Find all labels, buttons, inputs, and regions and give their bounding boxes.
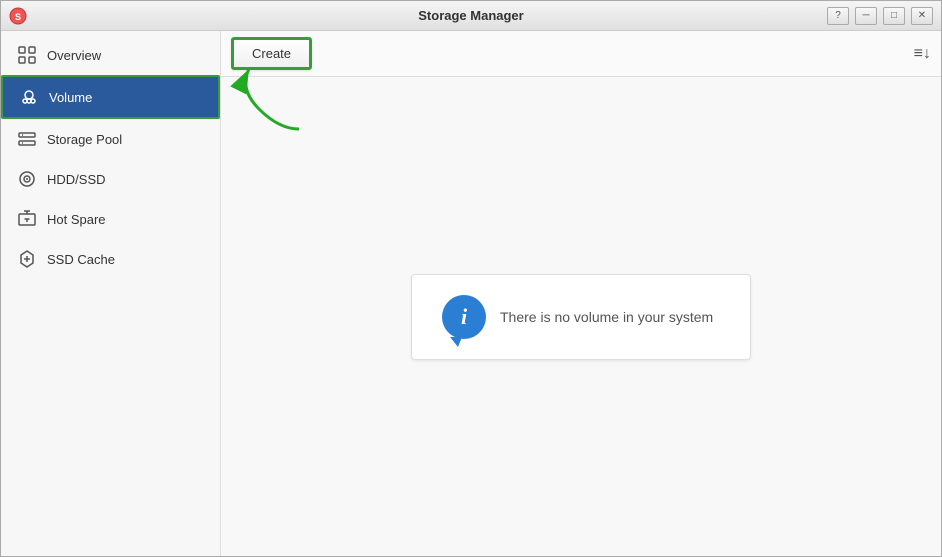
sidebar-item-hdd-ssd-label: HDD/SSD (47, 172, 106, 187)
sidebar-item-ssd-cache-label: SSD Cache (47, 252, 115, 267)
sidebar-item-storage-pool-label: Storage Pool (47, 132, 122, 147)
sidebar-item-hot-spare[interactable]: Hot Spare (1, 199, 220, 239)
window-controls: ? ─ □ ✕ (827, 7, 933, 25)
toolbar: Create ≡↓ (221, 31, 941, 77)
sidebar-item-volume[interactable]: Volume (1, 75, 220, 119)
sidebar-item-overview[interactable]: Overview (1, 35, 220, 75)
hot-spare-icon (17, 209, 37, 229)
main-layout: Overview Volume (1, 31, 941, 556)
storage-manager-window: S Storage Manager ? ─ □ ✕ (0, 0, 942, 557)
create-button[interactable]: Create (231, 37, 312, 70)
overview-icon (17, 45, 37, 65)
volume-icon (19, 87, 39, 107)
sidebar-item-storage-pool[interactable]: Storage Pool (1, 119, 220, 159)
empty-message: There is no volume in your system (500, 309, 713, 325)
toolbar-right: ≡↓ (914, 45, 931, 63)
window-title: Storage Manager (418, 8, 523, 23)
sidebar-item-hdd-ssd[interactable]: HDD/SSD (1, 159, 220, 199)
ssd-cache-icon (17, 249, 37, 269)
minimize-button[interactable]: ─ (855, 7, 877, 25)
sidebar-item-volume-label: Volume (49, 90, 92, 105)
close-button[interactable]: ✕ (911, 7, 933, 25)
app-icon: S (9, 7, 27, 25)
help-button[interactable]: ? (827, 7, 849, 25)
content-body: i There is no volume in your system (221, 77, 941, 556)
sidebar-item-ssd-cache[interactable]: SSD Cache (1, 239, 220, 279)
info-speech-bubble: i (442, 295, 486, 339)
hdd-icon (17, 169, 37, 189)
svg-text:S: S (15, 12, 21, 22)
sidebar-item-hot-spare-label: Hot Spare (47, 212, 106, 227)
content-area: Create ≡↓ i There is no volume in your s… (221, 31, 941, 556)
sidebar-item-overview-label: Overview (47, 48, 101, 63)
sort-icon[interactable]: ≡↓ (914, 45, 931, 63)
maximize-button[interactable]: □ (883, 7, 905, 25)
title-bar: S Storage Manager ? ─ □ ✕ (1, 1, 941, 31)
info-icon-wrap: i (442, 295, 486, 339)
sidebar: Overview Volume (1, 31, 221, 556)
info-box: i There is no volume in your system (411, 274, 751, 360)
info-letter: i (461, 306, 467, 328)
storage-pool-icon (17, 129, 37, 149)
